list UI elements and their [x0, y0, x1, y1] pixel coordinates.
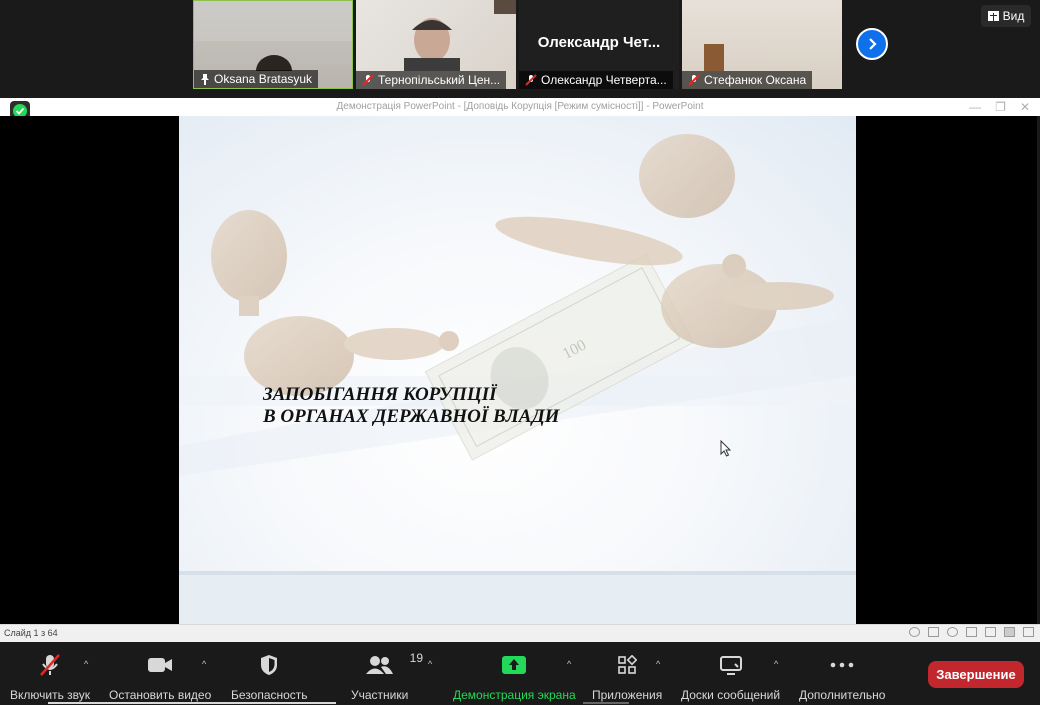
whiteboards-button[interactable]: Доски сообщений: [681, 653, 780, 702]
ppt-status-bar: Слайд 1 з 64: [0, 624, 1040, 642]
end-meeting-button[interactable]: Завершение: [928, 661, 1024, 688]
notes-icon[interactable]: [928, 627, 939, 637]
more-button[interactable]: Дополнительно: [799, 653, 885, 702]
slide-sorter-icon[interactable]: [985, 627, 996, 637]
grid-view-icon: [987, 11, 999, 21]
participant-name-bar: Oksana Bratasyuk: [194, 70, 319, 88]
apps-label: Приложения: [592, 688, 663, 702]
more-label: Дополнительно: [799, 688, 886, 702]
participant-display-name: Олександр Чет...: [537, 34, 661, 51]
participants-count: 19: [409, 651, 424, 665]
slide-title: ЗАПОБІГАННЯ КОРУПЦІЇ В ОРГАНАХ ДЕРЖАВНОЇ…: [263, 384, 559, 428]
participant-name: Тернопільський Цен...: [378, 73, 501, 87]
participant-name: Стефанюк Оксана: [704, 73, 807, 87]
participant-name-bar: Олександр Четверта...: [519, 71, 673, 89]
meeting-toolbar: Включить звук ^ Остановить видео ^ Безоп…: [0, 643, 1040, 705]
apps-options-caret-icon[interactable]: ^: [656, 659, 660, 669]
window-title: Демонстрація PowerPoint - [Доповідь Кору…: [0, 98, 1040, 116]
restore-icon[interactable]: ❐: [995, 100, 1006, 114]
muted-mic-icon: [525, 74, 537, 86]
more-dots-icon: [830, 653, 854, 677]
participant-tile[interactable]: Стефанюк Оксана: [682, 0, 842, 89]
whiteboard-icon: [719, 653, 743, 677]
slideshow-icon[interactable]: [1023, 627, 1034, 637]
view-switcher: [909, 627, 1034, 637]
close-icon[interactable]: ✕: [1020, 100, 1030, 114]
participant-name: Олександр Четверта...: [541, 73, 667, 87]
minimize-icon[interactable]: —: [969, 100, 981, 114]
security-label: Безопасность: [231, 688, 308, 702]
video-feed: [404, 0, 516, 71]
participant-name-bar: Стефанюк Оксана: [682, 71, 813, 89]
participants-icon: 19: [365, 651, 423, 677]
window-controls: — ❐ ✕: [969, 98, 1030, 116]
taskbar-indicator: [583, 702, 629, 704]
security-shield-icon: [259, 653, 279, 677]
unmute-label: Включить звук: [10, 688, 91, 702]
participants-options-caret-icon[interactable]: ^: [428, 659, 432, 669]
video-camera-icon: [147, 653, 173, 677]
muted-mic-icon: [37, 653, 63, 677]
share-options-caret-icon[interactable]: ^: [567, 659, 571, 669]
video-feed: [704, 44, 724, 71]
mouse-cursor-icon: [720, 440, 732, 457]
slide-illustration: 100: [179, 116, 856, 624]
muted-mic-icon: [362, 74, 374, 86]
taskbar-indicator: [48, 702, 336, 704]
share-screen-icon: [501, 653, 527, 677]
audio-options-caret-icon[interactable]: ^: [84, 659, 88, 669]
next-slide-icon[interactable]: [947, 627, 958, 637]
apps-icon: [617, 653, 638, 677]
unmute-button[interactable]: Включить звук: [10, 653, 90, 702]
participant-tile[interactable]: Oksana Bratasyuk: [193, 0, 353, 89]
video-feed: [194, 1, 352, 71]
slide-title-line: ЗАПОБІГАННЯ КОРУПЦІЇ: [263, 384, 497, 405]
view-button[interactable]: Вид: [981, 5, 1031, 27]
chevron-right-icon: [869, 38, 877, 50]
participants-button[interactable]: 19 Участники: [351, 651, 423, 702]
security-button[interactable]: Безопасность: [231, 653, 308, 702]
pin-icon: [201, 73, 209, 85]
participant-tile[interactable]: Олександр Чет... Олександр Четверта...: [519, 0, 679, 89]
share-screen-label: Демонстрация экрана: [453, 688, 576, 702]
share-screen-button[interactable]: Демонстрация экрана: [453, 653, 576, 702]
muted-mic-icon: [688, 74, 700, 86]
participant-tile[interactable]: Тернопільський Цен...: [356, 0, 516, 89]
video-options-caret-icon[interactable]: ^: [202, 659, 206, 669]
slide-title-line: В ОРГАНАХ ДЕРЖАВНОЇ ВЛАДИ: [263, 406, 560, 427]
participant-name-bar: Тернопільський Цен...: [356, 71, 507, 89]
prev-slide-icon[interactable]: [909, 627, 920, 637]
participants-label: Участники: [351, 688, 409, 702]
stop-video-label: Остановить видео: [109, 688, 212, 702]
slide-counter: Слайд 1 з 64: [4, 628, 58, 638]
whiteboards-label: Доски сообщений: [681, 688, 781, 702]
apps-button[interactable]: Приложения: [592, 653, 662, 702]
presentation-slide[interactable]: 100 ЗАПОБІГАННЯ КОРУПЦІЇ В ОРГАНАХ ДЕРЖА…: [179, 116, 856, 624]
next-page-button[interactable]: [856, 28, 888, 60]
participant-name: Oksana Bratasyuk: [214, 72, 313, 86]
normal-view-icon[interactable]: [966, 627, 977, 637]
view-label: Вид: [1002, 9, 1025, 23]
reading-view-icon[interactable]: [1004, 627, 1015, 637]
stop-video-button[interactable]: Остановить видео: [109, 653, 211, 702]
whiteboards-options-caret-icon[interactable]: ^: [774, 659, 778, 669]
